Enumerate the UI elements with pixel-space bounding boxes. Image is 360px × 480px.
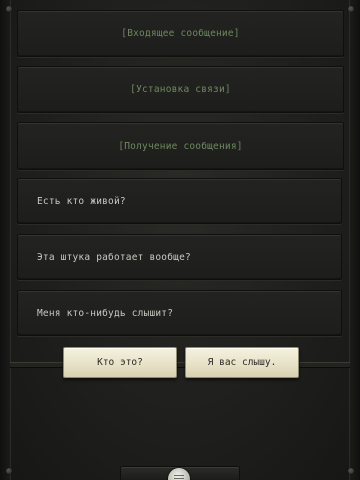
message-panel-text: Есть кто живой? — [17, 178, 342, 224]
bolt-icon — [6, 6, 12, 12]
right-bezel — [349, 0, 360, 480]
left-bezel — [0, 0, 11, 480]
system-message: [Получение сообщения] — [118, 140, 243, 152]
message-panel-text: Меня кто-нибудь слышит? — [17, 290, 342, 336]
bolt-icon — [348, 468, 354, 474]
dialogue-message: Есть кто живой? — [37, 195, 126, 207]
choices-divider — [10, 362, 350, 368]
message-panel-receiving: [Получение сообщения] — [17, 122, 344, 170]
system-message: [Входящее сообщение] — [121, 28, 240, 39]
bolt-icon — [348, 6, 354, 12]
message-panel-incoming: [Входящее сообщение] — [17, 10, 344, 57]
reply-button-i-hear-you[interactable]: Я вас слышу. — [185, 347, 299, 378]
dialogue-message: Меня кто-нибудь слышит? — [37, 307, 174, 319]
message-panel-text: Эта штука работает вообще? — [17, 234, 342, 280]
game-screen: [Входящее сообщение] [Установка связи] [… — [0, 0, 360, 480]
bolt-icon — [6, 468, 12, 474]
system-message: [Установка связи] — [130, 84, 231, 95]
message-panel-connecting: [Установка связи] — [17, 66, 344, 113]
reply-button-who-is-this[interactable]: Кто это? — [63, 347, 177, 378]
dialogue-message: Эта штука работает вообще? — [37, 251, 191, 263]
